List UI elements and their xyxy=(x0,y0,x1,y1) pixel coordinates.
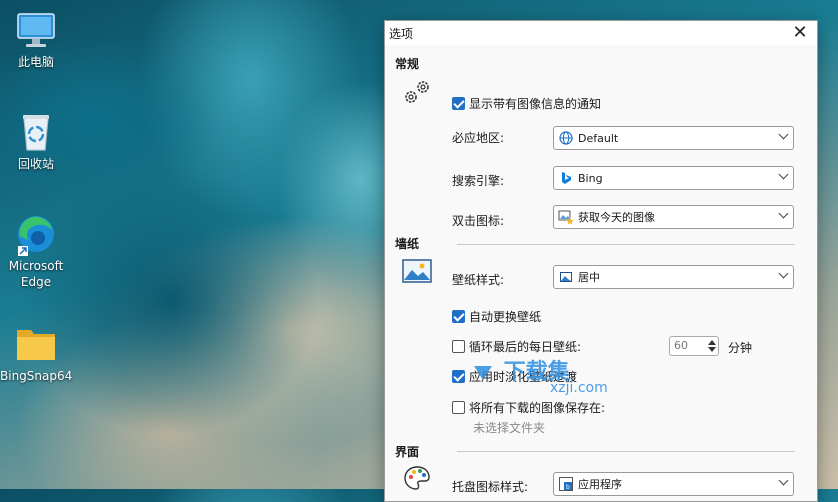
recycle-bin-icon xyxy=(14,110,58,154)
wallpaper-style-select[interactable]: 居中 xyxy=(553,265,794,289)
cycle-minutes-value: 60 xyxy=(674,339,688,352)
desktop-icon-label: 此电脑 xyxy=(17,55,54,69)
cycle-minutes-unit: 分钟 xyxy=(728,341,753,355)
window-title: 选项 xyxy=(389,27,414,41)
section-title-general: 常规 xyxy=(395,57,420,71)
spin-down-icon[interactable] xyxy=(708,347,716,352)
tray-icon-style-select[interactable]: b 应用程序 xyxy=(553,472,794,496)
desktop-icon-edge[interactable]: Microsoft Edge xyxy=(0,212,72,290)
search-engine-value: Bing xyxy=(578,171,603,185)
desktop-icon-label: Microsoft Edge xyxy=(8,259,64,289)
save-folder-path[interactable]: 未选择文件夹 xyxy=(473,419,545,436)
spin-up-icon[interactable] xyxy=(708,340,716,345)
desktop-icon-this-pc[interactable]: 此电脑 xyxy=(0,8,72,70)
globe-icon xyxy=(558,130,574,146)
section-title-wallpaper: 墙纸 xyxy=(395,237,420,251)
bing-icon xyxy=(558,170,574,186)
folder-icon xyxy=(14,322,58,366)
wallpaper-style-label: 壁纸样式: xyxy=(452,273,505,287)
gears-icon xyxy=(401,77,431,110)
cycle-wallpaper-row[interactable]: 循环最后的每日壁纸: xyxy=(452,338,581,355)
cycle-minutes-stepper[interactable]: 60 xyxy=(669,336,719,356)
edge-icon xyxy=(14,212,58,256)
watermark-url: xzji.com xyxy=(550,380,608,396)
desktop-icon-label: 回收站 xyxy=(17,157,54,171)
search-engine-select[interactable]: Bing xyxy=(553,166,794,190)
section-title-interface: 界面 xyxy=(395,445,420,459)
save-images-row[interactable]: 将所有下载的图像保存在: xyxy=(452,399,605,416)
save-images-checkbox[interactable] xyxy=(452,401,465,414)
auto-change-row[interactable]: 自动更换壁纸 xyxy=(452,308,541,325)
cycle-wallpaper-checkbox[interactable] xyxy=(452,340,465,353)
chevron-down-icon xyxy=(778,129,789,140)
auto-change-label: 自动更换壁纸 xyxy=(469,310,542,324)
app-window-icon: b xyxy=(558,476,574,492)
monitor-icon xyxy=(14,8,58,52)
save-images-label: 将所有下载的图像保存在: xyxy=(469,401,606,415)
image-icon xyxy=(558,269,574,285)
desktop-icon-bingsnap64[interactable]: BingSnap64 xyxy=(0,322,72,384)
notify-label: 显示带有图像信息的通知 xyxy=(469,97,602,111)
tray-icon-style-value: 应用程序 xyxy=(578,478,622,491)
section-divider xyxy=(457,244,795,245)
notify-checkbox-row[interactable]: 显示带有图像信息的通知 xyxy=(452,95,601,112)
cycle-wallpaper-label: 循环最后的每日壁纸: xyxy=(469,340,582,354)
region-value: Default xyxy=(578,131,619,145)
chevron-down-icon xyxy=(778,169,789,180)
wallpaper-icon xyxy=(402,259,432,286)
svg-text:b: b xyxy=(566,484,570,491)
close-button[interactable]: ✕ xyxy=(789,22,811,44)
fade-transition-checkbox[interactable] xyxy=(452,370,465,383)
region-label: 必应地区: xyxy=(452,131,505,145)
palette-icon xyxy=(403,465,431,494)
desktop-icon-label: BingSnap64 xyxy=(0,369,73,383)
wallpaper-style-value: 居中 xyxy=(578,271,600,284)
search-engine-label: 搜索引擎: xyxy=(452,174,505,188)
chevron-down-icon xyxy=(778,475,789,486)
double-click-label: 双击图标: xyxy=(452,214,505,228)
notify-checkbox[interactable] xyxy=(452,97,465,110)
tray-icon-style-label: 托盘图标样式: xyxy=(452,480,529,494)
options-window: 选项 ✕ 常规 显示带有图像信息的通知 必应地区: Default 搜索引擎: xyxy=(384,20,818,502)
double-click-value: 获取今天的图像 xyxy=(578,211,655,224)
options-content: 常规 显示带有图像信息的通知 必应地区: Default 搜索引擎: Bing … xyxy=(385,45,817,501)
chevron-down-icon xyxy=(778,268,789,279)
desktop-icon-recycle-bin[interactable]: 回收站 xyxy=(0,110,72,172)
title-bar: 选项 ✕ xyxy=(385,21,817,45)
chevron-down-icon xyxy=(778,208,789,219)
image-star-icon xyxy=(558,209,574,225)
region-select[interactable]: Default xyxy=(553,126,794,150)
download-arrow-icon xyxy=(474,366,492,380)
section-divider xyxy=(457,451,795,452)
auto-change-checkbox[interactable] xyxy=(452,310,465,323)
double-click-select[interactable]: 获取今天的图像 xyxy=(553,205,794,229)
